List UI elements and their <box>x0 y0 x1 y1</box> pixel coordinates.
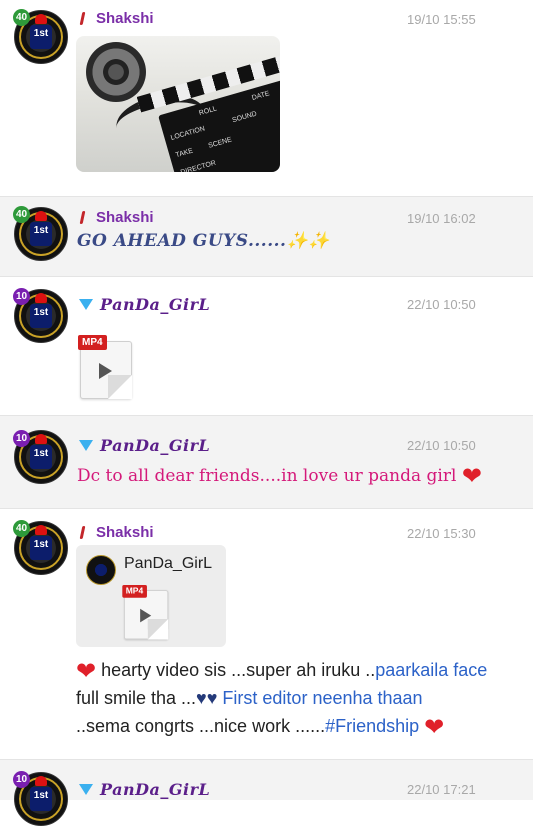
message-5: 40 Shakshi 22/10 15:30 PanDa_GirL MP4 ❤ … <box>0 509 533 759</box>
message-4: 10 PanDa_GirL 22/10 10:50 Dc to all dear… <box>0 416 533 508</box>
message-text: GO AHEAD GUYS......✨✨ <box>77 231 330 251</box>
timestamp: 22/10 17:21 <box>407 782 476 797</box>
sender-name[interactable]: PanDa_GirL <box>100 295 210 314</box>
message-1: 40 Shakshi 19/10 15:55 ROLL DATE LOCATIO… <box>0 0 533 196</box>
mp4-tag: MP4 <box>122 585 147 598</box>
level-badge: 40 <box>13 9 30 26</box>
quoted-video-file: MP4 <box>122 585 169 640</box>
video-file-attachment[interactable]: MP4 <box>78 335 132 399</box>
sparkles-emoji: ✨✨ <box>286 231 330 251</box>
quoted-avatar <box>86 555 116 585</box>
rank-icon <box>80 526 85 539</box>
diamond-icon <box>79 784 94 797</box>
diamond-icon <box>79 440 94 453</box>
level-badge: 40 <box>13 206 30 223</box>
play-icon <box>99 363 112 379</box>
level-badge: 10 <box>13 288 30 305</box>
timestamp: 22/10 10:50 <box>407 297 476 312</box>
timestamp: 19/10 16:02 <box>407 211 476 226</box>
mp4-tag: MP4 <box>78 335 107 350</box>
image-attachment[interactable]: ROLL DATE LOCATION SOUND TAKE SCENE DIRE… <box>76 36 280 172</box>
play-icon <box>140 608 152 623</box>
level-badge: 40 <box>13 520 30 537</box>
sender-name[interactable]: Shakshi <box>96 10 154 27</box>
heart-emoji: ❤ <box>424 714 445 741</box>
level-badge: 10 <box>13 771 30 788</box>
timestamp: 22/10 15:30 <box>407 526 476 541</box>
quoted-sender: PanDa_GirL <box>124 555 213 572</box>
message-text: Dc to all dear friends....in love ur pan… <box>77 462 482 490</box>
heart-emoji: ❤ <box>461 462 482 490</box>
sender-name[interactable]: Shakshi <box>96 209 154 226</box>
sender-name[interactable]: PanDa_GirL <box>100 780 210 799</box>
timestamp: 22/10 10:50 <box>407 438 476 453</box>
diamond-icon <box>79 299 94 312</box>
rank-icon <box>80 12 85 25</box>
sender-name[interactable]: Shakshi <box>96 524 154 541</box>
blue-heart-emoji: ♥♥ <box>196 688 218 708</box>
message-6: 10 PanDa_GirL 22/10 17:21 <box>0 760 533 826</box>
rank-icon <box>80 211 85 224</box>
film-reel-graphic <box>86 42 146 102</box>
quoted-message[interactable]: PanDa_GirL MP4 <box>76 545 226 647</box>
message-text: ❤ hearty video sis ...super ah iruku ..p… <box>76 658 488 741</box>
message-2: 40 Shakshi 19/10 16:02 GO AHEAD GUYS....… <box>0 197 533 276</box>
level-badge: 10 <box>13 430 30 447</box>
timestamp: 19/10 15:55 <box>407 12 476 27</box>
sender-name[interactable]: PanDa_GirL <box>100 436 210 455</box>
heart-emoji: ❤ <box>76 658 97 685</box>
message-3: 10 PanDa_GirL 22/10 10:50 MP4 <box>0 277 533 415</box>
